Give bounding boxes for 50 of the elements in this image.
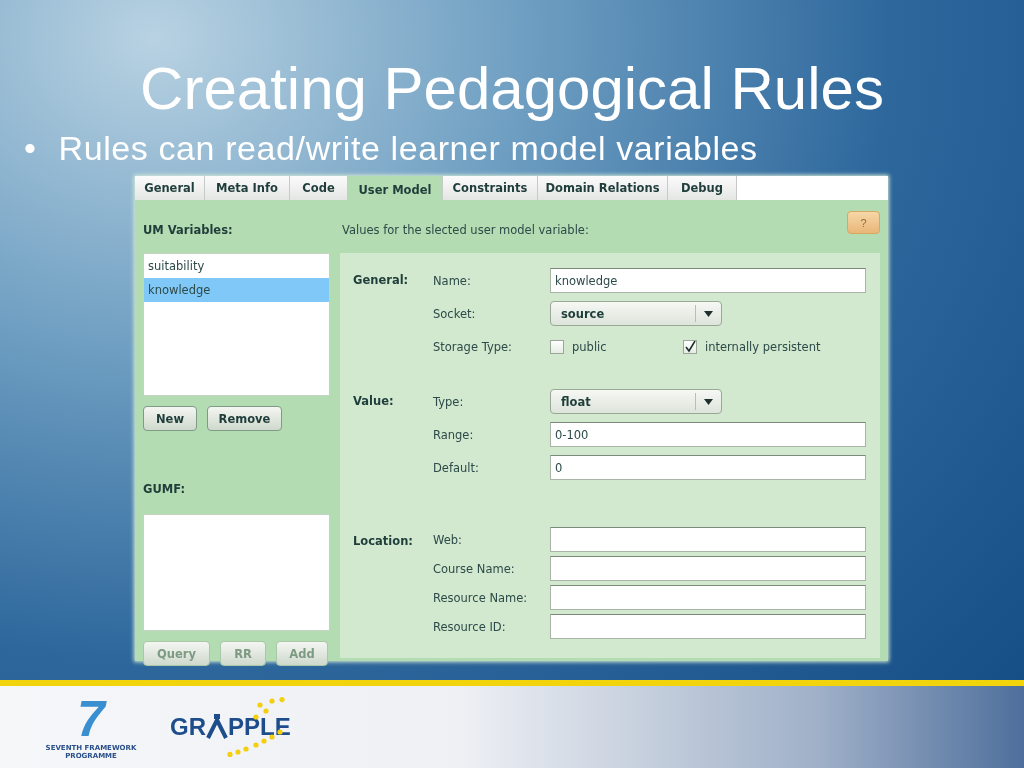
caret-icon (704, 310, 713, 317)
text-field[interactable] (550, 556, 866, 581)
field-label: Course Name: (433, 561, 516, 576)
stars-drawing (253, 697, 285, 720)
checkbox-label: internally persistent (705, 339, 821, 354)
text-field[interactable] (550, 527, 866, 552)
text-field[interactable] (550, 614, 866, 639)
remove-button[interactable]: Remove (207, 406, 282, 431)
bullet-text: Rules can read/write learner model variables (58, 128, 758, 168)
list-item[interactable]: suitability (144, 254, 329, 278)
dropdown[interactable]: float (550, 389, 722, 414)
section-label: General: (353, 272, 410, 289)
tab[interactable]: Domain Relations (538, 176, 668, 200)
text-field[interactable]: 0 (550, 455, 866, 480)
tab[interactable]: Code (290, 176, 348, 200)
field-label: Resource Name: (433, 590, 529, 605)
gripper-icon (206, 714, 228, 740)
logo-text: GR (170, 713, 206, 741)
new-button[interactable]: New (143, 406, 197, 431)
tab[interactable]: General (135, 176, 205, 200)
values-caption: Values for the slected user model variable: (342, 222, 589, 237)
text-field[interactable]: knowledge (550, 268, 866, 293)
field-label: Range: (433, 427, 475, 442)
field-label: Type: (433, 394, 465, 409)
checkbox-label: public (572, 339, 607, 354)
dropdown[interactable]: source (550, 301, 722, 326)
list-item[interactable]: knowledge (144, 278, 329, 302)
field-label: Resource ID: (433, 619, 507, 634)
bullet-marker: • (24, 128, 37, 168)
checkbox[interactable] (683, 339, 697, 354)
tab[interactable]: User Model (348, 176, 443, 200)
field-label: Default: (433, 460, 480, 475)
slide-title: Creating Pedagogical Rules (139, 54, 885, 124)
section-label: Value: (353, 393, 395, 410)
tab[interactable]: Constraints (443, 176, 538, 200)
section-heading: GUMF: (143, 481, 186, 496)
text-field[interactable]: 0-100 (550, 422, 866, 447)
field-label: Web: (433, 532, 463, 547)
logo-text: PPLE (228, 713, 291, 741)
logo-digit: 7 (77, 694, 105, 744)
caret-icon (704, 398, 713, 405)
field-label: Socket: (433, 306, 477, 321)
field-label: Name: (433, 273, 472, 288)
checkbox[interactable] (550, 339, 564, 354)
section-heading: UM Variables: (143, 222, 233, 237)
tab[interactable]: Debug (668, 176, 737, 200)
section-label: Location: (353, 533, 414, 550)
text-field[interactable] (550, 585, 866, 610)
field-label: Storage Type: (433, 339, 513, 354)
tab[interactable]: Meta Info (205, 176, 290, 200)
